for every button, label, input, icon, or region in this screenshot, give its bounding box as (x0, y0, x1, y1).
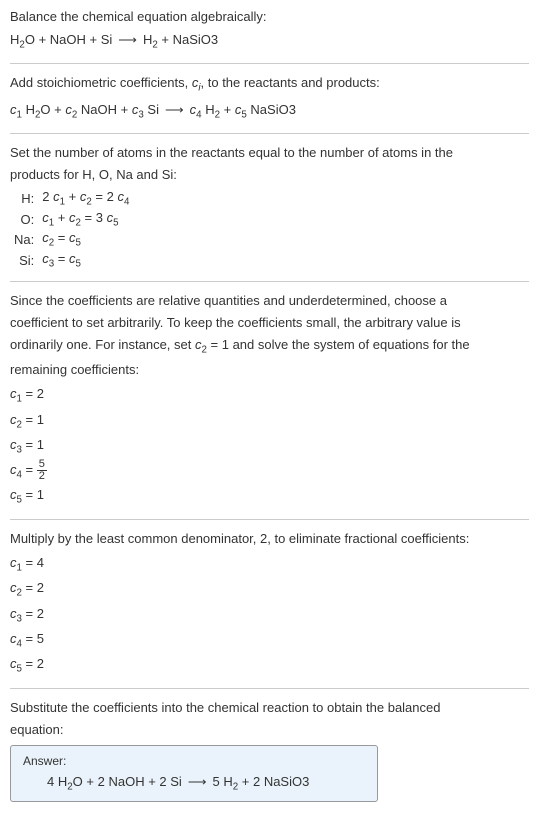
coefficient-value: c2 = 2 (10, 577, 529, 602)
divider (10, 63, 529, 64)
coefficient-list: c1 = 2 c2 = 1 c3 = 1 c4 = 52 c5 = 1 (10, 383, 529, 509)
balance-equation: 2 c1 + c2 = 2 c4 (38, 188, 133, 209)
element-label: Si: (10, 250, 38, 271)
element-label: O: (10, 209, 38, 230)
coefficient-value: c3 = 2 (10, 603, 529, 628)
table-row: Si: c3 = c5 (10, 250, 133, 271)
step1-text: Add stoichiometric coefficients, ci, to … (10, 74, 529, 95)
coefficient-value: c3 = 1 (10, 434, 529, 459)
coefficient-list: c1 = 4 c2 = 2 c3 = 2 c4 = 5 c5 = 2 (10, 552, 529, 678)
step1-section: Add stoichiometric coefficients, ci, to … (10, 74, 529, 122)
fraction: 52 (37, 459, 47, 482)
coefficient-value: c5 = 2 (10, 653, 529, 678)
title-section: Balance the chemical equation algebraica… (10, 8, 529, 53)
title-text: Balance the chemical equation algebraica… (10, 8, 529, 26)
reactant-2: NaOH (50, 32, 86, 47)
table-row: H: 2 c1 + c2 = 2 c4 (10, 188, 133, 209)
coefficient-value: c5 = 1 (10, 484, 529, 509)
table-row: O: c1 + c2 = 3 c5 (10, 209, 133, 230)
step3-text: remaining coefficients: (10, 361, 529, 379)
product-1: H2 (143, 32, 158, 47)
divider (10, 688, 529, 689)
coefficient-value: c1 = 2 (10, 383, 529, 408)
step5-text: Substitute the coefficients into the che… (10, 699, 529, 717)
element-label: H: (10, 188, 38, 209)
arrow-icon: ⟶ (188, 774, 207, 789)
step3-text: Since the coefficients are relative quan… (10, 292, 529, 310)
step3-text: coefficient to set arbitrarily. To keep … (10, 314, 529, 332)
step1-equation: c1 H2O + c2 NaOH + c3 Si⟶c4 H2 + c5 NaSi… (10, 100, 529, 123)
step5-section: Substitute the coefficients into the che… (10, 699, 529, 802)
answer-label: Answer: (23, 754, 365, 768)
step2-text1: Set the number of atoms in the reactants… (10, 144, 529, 162)
arrow-icon: ⟶ (118, 32, 137, 47)
arrow-icon: ⟶ (165, 102, 184, 117)
atom-balance-table: H: 2 c1 + c2 = 2 c4 O: c1 + c2 = 3 c5 Na… (10, 188, 133, 270)
answer-box: Answer: 4 H2O + 2 NaOH + 2 Si⟶5 H2 + 2 N… (10, 745, 378, 802)
step4-section: Multiply by the least common denominator… (10, 530, 529, 678)
reactant-1: H2O (10, 32, 35, 47)
element-label: Na: (10, 229, 38, 250)
divider (10, 281, 529, 282)
balance-equation: c1 + c2 = 3 c5 (38, 209, 133, 230)
step2-text2: products for H, O, Na and Si: (10, 166, 529, 184)
product-2: NaSiO3 (173, 32, 219, 47)
reactant-3: Si (101, 32, 113, 47)
step4-text: Multiply by the least common denominator… (10, 530, 529, 548)
coefficient-value: c4 = 5 (10, 628, 529, 653)
divider (10, 519, 529, 520)
divider (10, 133, 529, 134)
balance-equation: c2 = c5 (38, 229, 133, 250)
step3-text: ordinarily one. For instance, set c2 = 1… (10, 336, 529, 357)
step2-section: Set the number of atoms in the reactants… (10, 144, 529, 271)
step3-section: Since the coefficients are relative quan… (10, 292, 529, 510)
step5-text: equation: (10, 721, 529, 739)
coefficient-value: c2 = 1 (10, 409, 529, 434)
coefficient-value: c1 = 4 (10, 552, 529, 577)
title-equation: H2O + NaOH + Si⟶H2 + NaSiO3 (10, 30, 529, 53)
table-row: Na: c2 = c5 (10, 229, 133, 250)
answer-equation: 4 H2O + 2 NaOH + 2 Si⟶5 H2 + 2 NaSiO3 (23, 774, 365, 793)
balance-equation: c3 = c5 (38, 250, 133, 271)
coefficient-value: c4 = 52 (10, 459, 529, 484)
